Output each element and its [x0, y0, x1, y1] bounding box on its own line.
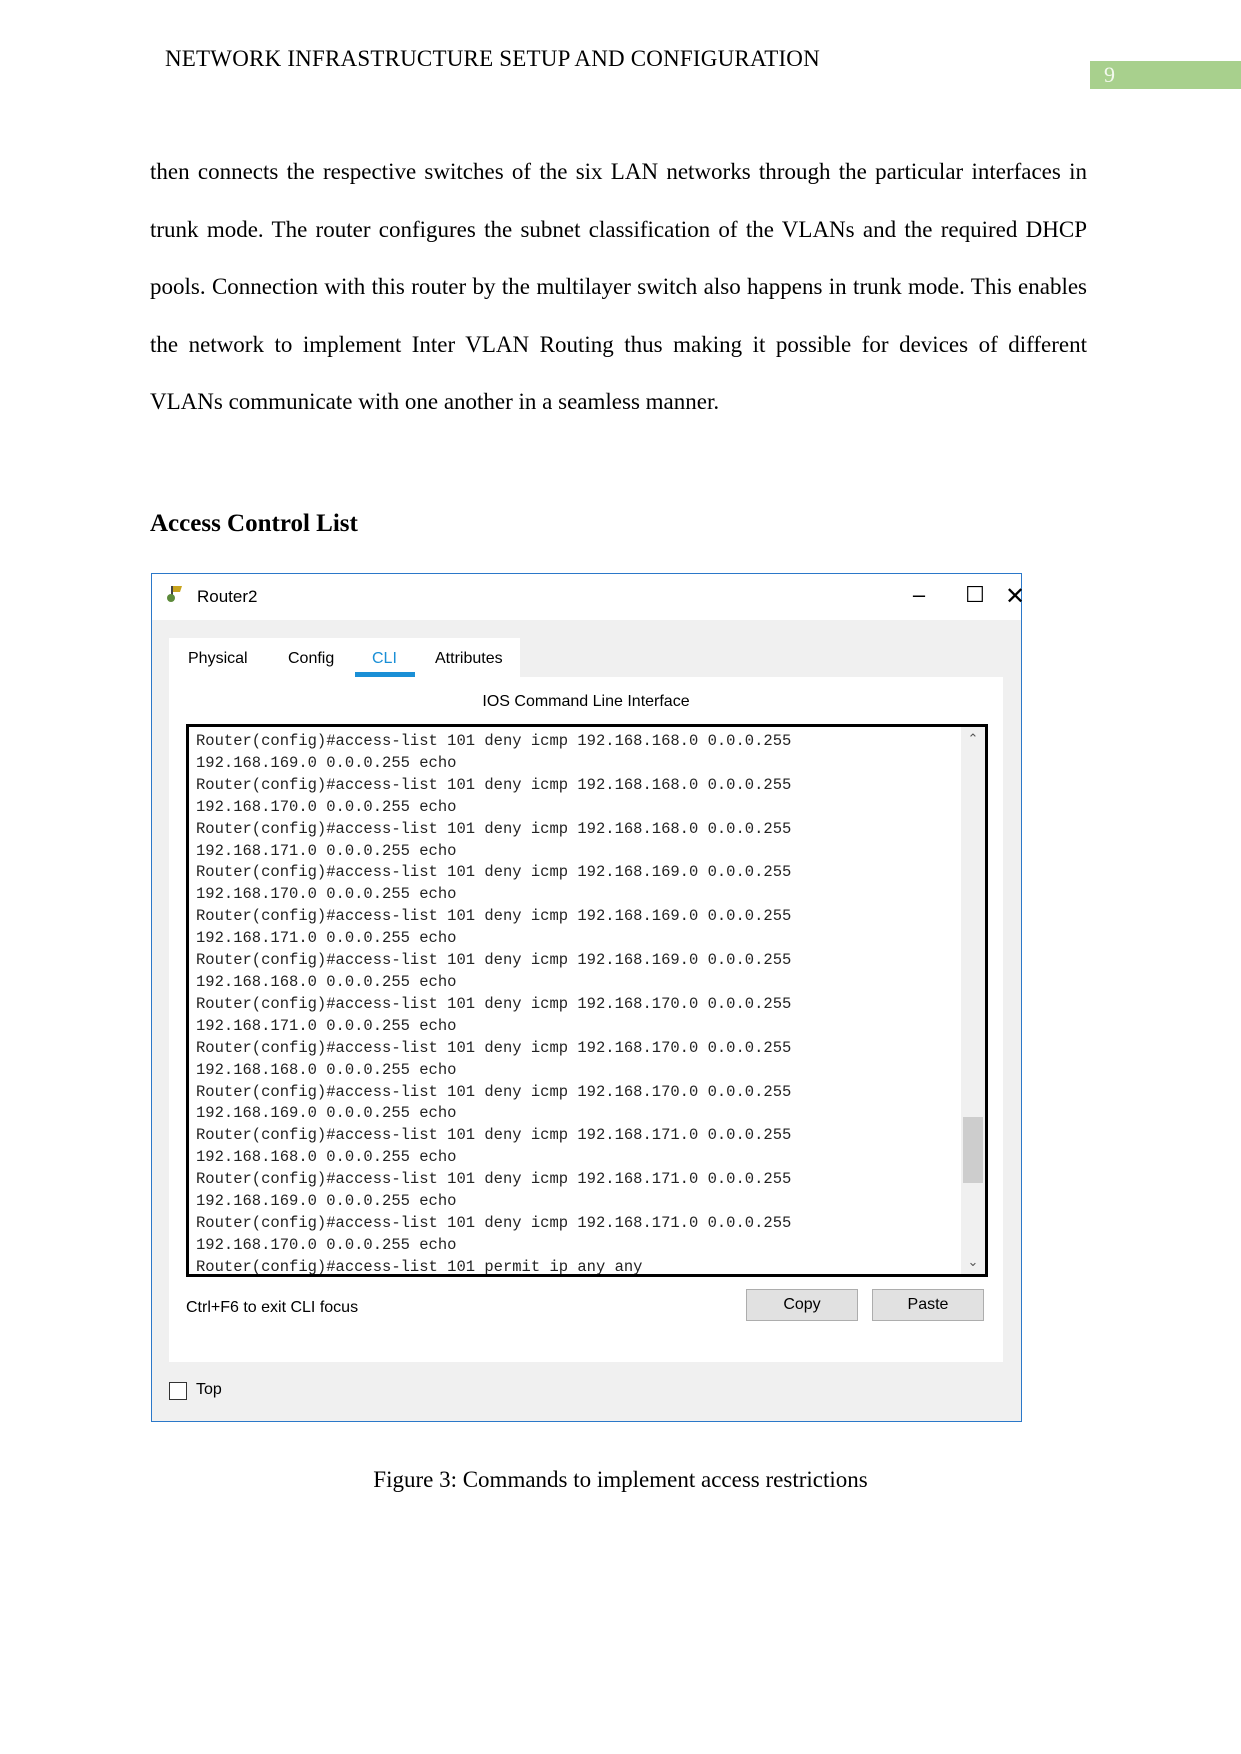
copy-button[interactable]: Copy — [746, 1289, 858, 1321]
figure-caption: Figure 3: Commands to implement access r… — [373, 1467, 868, 1492]
scrollbar[interactable]: ⌃ ⌄ — [961, 727, 985, 1274]
maximize-button[interactable]: ☐ — [960, 582, 990, 608]
tab-cli[interactable]: CLI — [372, 650, 397, 668]
section-heading: Access Control List — [150, 510, 358, 537]
cli-hint: Ctrl+F6 to exit CLI focus — [186, 1299, 359, 1316]
tab-config[interactable]: Config — [288, 650, 334, 668]
cli-output: Router(config)#access-list 101 deny icmp… — [196, 732, 792, 1276]
body-paragraph: then connects the respective switches of… — [150, 159, 1087, 414]
top-label: Top — [196, 1381, 222, 1398]
window-title: Router2 — [197, 587, 258, 606]
top-checkbox[interactable] — [169, 1382, 187, 1400]
router-icon — [167, 586, 182, 602]
router-window: Router2 – ☐ ✕ Physical Config CLI Attrib… — [151, 573, 1025, 1422]
minimize-button[interactable]: – — [904, 582, 934, 608]
running-header: NETWORK INFRASTRUCTURE SETUP AND CONFIGU… — [165, 46, 820, 71]
scroll-up-icon[interactable]: ⌃ — [961, 731, 985, 747]
page-number: 9 — [1090, 61, 1241, 89]
tab-physical[interactable]: Physical — [188, 650, 248, 668]
paste-button[interactable]: Paste — [872, 1289, 984, 1321]
cli-caption: IOS Command Line Interface — [482, 693, 690, 710]
title-bar: Router2 – ☐ ✕ — [152, 574, 1025, 620]
tab-bar: Physical Config CLI Attributes — [169, 638, 520, 678]
cli-pane: IOS Command Line Interface Router(config… — [169, 677, 1003, 1362]
tab-attributes[interactable]: Attributes — [435, 650, 503, 668]
scroll-down-icon[interactable]: ⌄ — [961, 1254, 985, 1270]
close-button[interactable]: ✕ — [1000, 582, 1030, 611]
scrollbar-thumb[interactable] — [963, 1117, 983, 1183]
cli-console[interactable]: Router(config)#access-list 101 deny icmp… — [186, 724, 988, 1277]
